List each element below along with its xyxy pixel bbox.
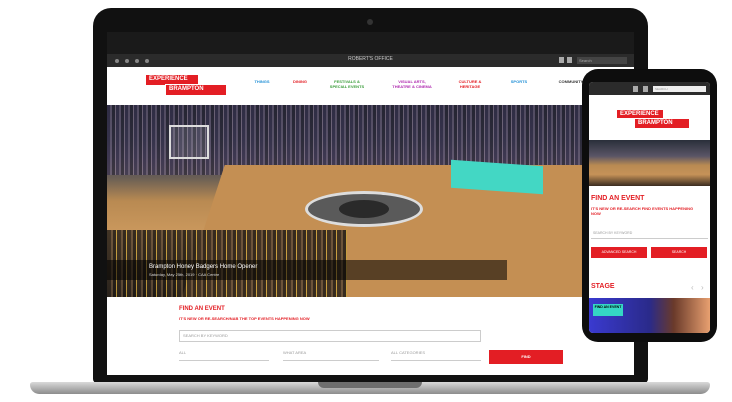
date-select[interactable]: ALL	[179, 350, 269, 361]
site-header: EXPERIENCE BRAMPTON THINGS DINING FESTIV…	[107, 67, 634, 105]
back-icon[interactable]	[115, 59, 119, 63]
find-event-subtitle: IT'S NEW OR RE-SEARCH/NAB THE TOP EVENTS…	[179, 316, 310, 321]
phone-stage-tag: FIND AN EVENT	[593, 304, 623, 316]
search-input[interactable]: SEARCH BY KEYWORD	[179, 330, 481, 342]
laptop-notch	[318, 382, 422, 388]
home-icon[interactable]	[145, 59, 149, 63]
phone-menu-icon[interactable]	[633, 86, 638, 92]
nav-item-festivals[interactable]: FESTIVALS & SPECIAL EVENTS	[327, 79, 367, 89]
browser-toolbar: ROBERT'S OFFICE Search	[107, 54, 634, 67]
basketball-hoop	[169, 125, 209, 159]
bookmark-icon[interactable]	[559, 57, 564, 63]
chevron-right-icon[interactable]: ›	[701, 283, 704, 292]
phone-search-button[interactable]: SEARCH	[651, 247, 707, 258]
find-button[interactable]: FIND	[489, 350, 563, 364]
phone-search-icon[interactable]	[643, 86, 648, 92]
phone-find-event-subtitle: IT'S NEW OR RE-SEARCH FIND EVENTS HAPPEN…	[591, 206, 694, 216]
menu-icon[interactable]	[567, 57, 572, 63]
nav-item-culture[interactable]: CULTURE & HERITAGE	[455, 79, 485, 89]
logo-brampton[interactable]: BRAMPTON	[165, 84, 227, 96]
reload-icon[interactable]	[135, 59, 139, 63]
hero-caption-bar	[107, 260, 507, 280]
nav-item-visual-arts[interactable]: VISUAL ARTS, THEATRE & CINEMA	[391, 79, 433, 89]
phone-find-event-title: FIND AN EVENT	[591, 195, 645, 202]
phone-search-input[interactable]: SEARCH	[653, 86, 706, 92]
court-logo	[339, 200, 389, 218]
camera-icon	[367, 19, 373, 25]
browser-search-input[interactable]: Search	[577, 57, 627, 64]
phone-top-bar: SEARCH	[589, 82, 710, 95]
phone-logo-brampton[interactable]: BRAMPTON	[634, 118, 690, 129]
nav-item-things[interactable]: THINGS	[251, 79, 273, 84]
hero-banner[interactable]: Brampton Honey Badgers Home Opener Satur…	[107, 105, 634, 297]
find-event-title: FIND AN EVENT	[179, 306, 225, 312]
phone-search-keyword-input[interactable]: SEARCH BY KEYWORD	[591, 227, 708, 239]
nav-item-dining[interactable]: DINING	[289, 79, 311, 84]
browser-title: ROBERT'S OFFICE	[348, 56, 393, 62]
phone-stage-title: STAGE	[591, 283, 615, 290]
find-event-section: FIND AN EVENT IT'S NEW OR RE-SEARCH/NAB …	[107, 297, 634, 375]
hero-subtitle: Saturday, May 25th, 2019 · CAA Centre	[149, 272, 220, 277]
forward-icon[interactable]	[125, 59, 129, 63]
phone-advanced-search-button[interactable]: ADVANCED SEARCH	[591, 247, 647, 258]
hero-title[interactable]: Brampton Honey Badgers Home Opener	[149, 264, 257, 270]
phone-screen: SEARCH EXPERIENCE BRAMPTON FIND AN EVENT…	[589, 82, 710, 333]
area-select[interactable]: WHAT AREA	[283, 350, 379, 361]
phone-hero-image[interactable]	[589, 140, 710, 186]
nav-item-sports[interactable]: SPORTS	[507, 79, 531, 84]
category-select[interactable]: ALL CATEGORIES	[391, 350, 481, 361]
laptop-screen: ROBERT'S OFFICE Search EXPERIENCE BRAMPT…	[107, 32, 634, 375]
chevron-left-icon[interactable]: ‹	[691, 283, 694, 292]
